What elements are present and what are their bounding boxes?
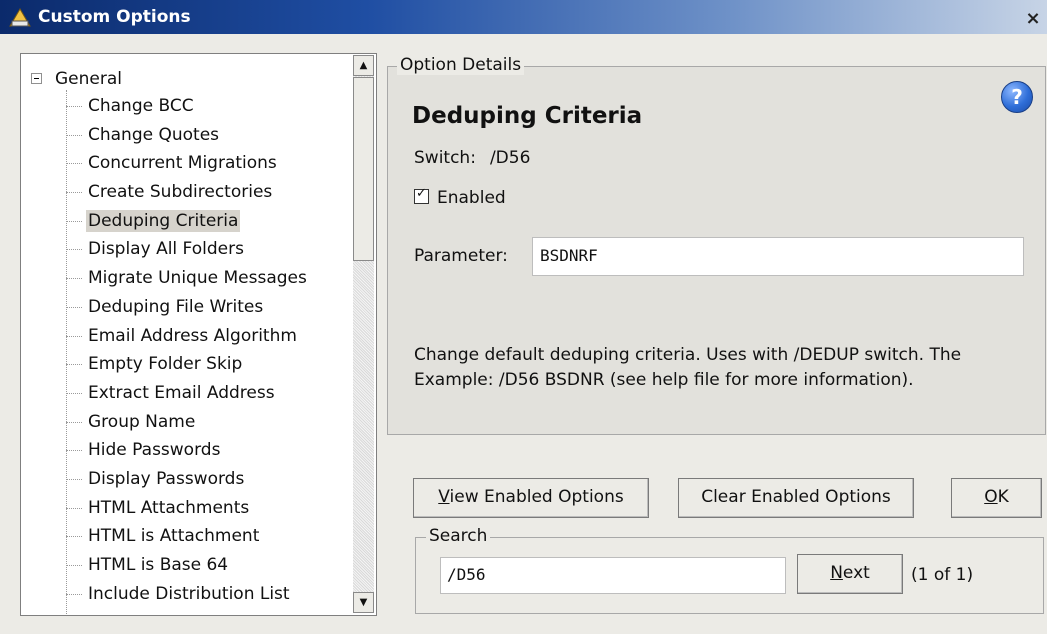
tree-item-label: Display Passwords bbox=[88, 468, 245, 489]
title-bar: Custom Options × bbox=[0, 0, 1047, 34]
search-result-count: (1 of 1) bbox=[911, 565, 974, 585]
tree-item-label: Change Quotes bbox=[88, 124, 220, 145]
option-details-label: Option Details bbox=[397, 55, 525, 75]
parameter-value: BSDNRF bbox=[540, 246, 598, 265]
scroll-down-icon[interactable]: ▼ bbox=[353, 592, 374, 613]
collapse-icon[interactable] bbox=[31, 73, 42, 84]
description-line: Change default deduping criteria. Uses w… bbox=[414, 345, 962, 365]
tree-item-label: Group Name bbox=[88, 411, 196, 432]
search-value: /D56 bbox=[447, 565, 486, 584]
tree-item-label: Change BCC bbox=[88, 96, 194, 116]
tree-item-label: Empty Folder Skip bbox=[88, 354, 243, 375]
close-icon[interactable]: × bbox=[1023, 9, 1043, 29]
tree-item-label: HTML is Base 64 bbox=[88, 555, 229, 575]
tree-item-label: Hide Passwords bbox=[88, 440, 221, 461]
parameter-input[interactable]: BSDNRF bbox=[532, 237, 1024, 276]
help-icon[interactable]: ? bbox=[1001, 81, 1033, 113]
search-group-label: Search bbox=[426, 526, 491, 546]
ok-button[interactable]: OK bbox=[951, 478, 1042, 518]
switch-value: /D56 bbox=[489, 148, 531, 168]
description-line: Example: /D56 BSDNR (see help file for m… bbox=[414, 370, 914, 390]
tree-item-label: Deduping Criteria bbox=[86, 209, 241, 232]
tree-item-label: Create Subdirectories bbox=[88, 182, 273, 203]
next-label: ext bbox=[842, 563, 870, 583]
ok-label: K bbox=[997, 487, 1009, 507]
ok-mnemonic: O bbox=[984, 487, 998, 507]
enabled-checkbox[interactable] bbox=[414, 186, 429, 204]
option-description: Change default deduping criteria. Uses w… bbox=[414, 343, 1024, 393]
next-mnemonic: N bbox=[830, 563, 843, 583]
view-label: iew Enabled Options bbox=[449, 487, 624, 507]
view-mnemonic: V bbox=[438, 487, 450, 507]
tree-root-label: General bbox=[55, 69, 122, 89]
option-heading: Deduping Criteria bbox=[412, 103, 643, 129]
switch-label: Switch: bbox=[414, 148, 476, 168]
tree-item-label: Migrate Unique Messages bbox=[88, 268, 307, 289]
tree-item-label: Extract Email Address bbox=[88, 382, 275, 403]
switch-row: Switch: /D56 bbox=[414, 148, 530, 168]
scroll-thumb[interactable] bbox=[353, 77, 374, 261]
tree-scrollbar[interactable]: ▲ ▼ bbox=[353, 55, 374, 613]
parameter-label: Parameter: bbox=[414, 246, 508, 266]
tree-item-label: HTML Attachments bbox=[88, 497, 250, 518]
tree-item-label: HTML is Attachment bbox=[88, 526, 260, 547]
clear-enabled-options-button[interactable]: Clear Enabled Options bbox=[678, 478, 914, 518]
tree-item-label: Email Address Algorithm bbox=[88, 325, 297, 346]
view-enabled-options-button[interactable]: View Enabled Options bbox=[413, 478, 649, 518]
enabled-checkbox-row[interactable]: Enabled bbox=[414, 186, 506, 208]
tree-item-label: Deduping File Writes bbox=[88, 296, 264, 317]
tree-item-label: Include Distribution List bbox=[88, 583, 290, 604]
window-title: Custom Options bbox=[38, 7, 191, 27]
options-tree[interactable]: General Change BCC Change Quotes Concurr… bbox=[20, 53, 377, 616]
search-input[interactable]: /D56 bbox=[440, 557, 786, 594]
next-button[interactable]: Next bbox=[797, 554, 903, 594]
enabled-label: Enabled bbox=[437, 188, 506, 208]
scroll-up-icon[interactable]: ▲ bbox=[353, 55, 374, 76]
tree-item-label: Display All Folders bbox=[88, 239, 244, 260]
tree-item-label: Concurrent Migrations bbox=[88, 153, 277, 174]
app-icon bbox=[9, 8, 31, 27]
